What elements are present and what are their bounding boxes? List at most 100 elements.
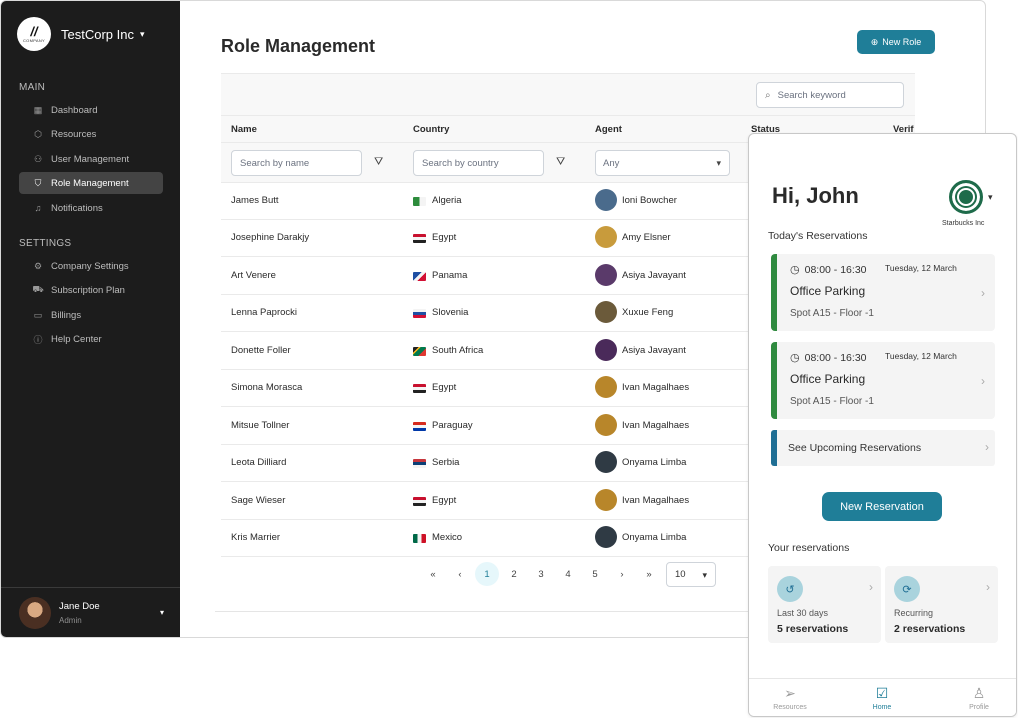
column-header-country[interactable]: Country — [413, 124, 449, 135]
users-icon: ⚇ — [33, 153, 43, 164]
user-name: Jane Doe — [59, 600, 100, 612]
search-input[interactable]: ⌕ Search keyword — [756, 82, 904, 108]
stat-label: Last 30 days — [777, 608, 829, 618]
tab-profile[interactable]: ♙ Profile — [949, 685, 1009, 711]
upcoming-label: See Upcoming Reservations — [788, 442, 922, 454]
cell-name: Sage Wieser — [231, 495, 286, 506]
reservation-spot: Spot A15 - Floor -1 — [790, 308, 874, 319]
section-title-your-reservations: Your reservations — [768, 542, 850, 554]
sidebar-item-resources[interactable]: ⬡ Resources — [19, 123, 163, 145]
avatar — [19, 596, 51, 629]
agent-avatar — [595, 301, 617, 323]
user-profile-menu[interactable]: Jane Doe Admin ▾ — [1, 587, 180, 637]
reservation-card[interactable]: ◷ 08:00 - 16:30 Tuesday, 12 March Office … — [771, 254, 995, 331]
sidebar-item-help-center[interactable]: ⓘ Help Center — [19, 328, 163, 350]
agent-filter-select[interactable]: Any ▾ — [595, 150, 730, 176]
logo-text: COMPANY — [22, 37, 46, 43]
cube-icon: ⬡ — [34, 128, 42, 139]
section-title-main: MAIN — [19, 82, 46, 93]
cell-agent: Ivan Magalhaes — [622, 495, 690, 506]
grid-icon: ▦ — [33, 104, 43, 115]
reservation-title: Office Parking — [790, 284, 866, 298]
serbia-flag-icon — [413, 459, 426, 468]
stat-card-last-30-days[interactable]: ↺ Last 30 days 5 reservations › — [768, 566, 881, 643]
cell-name: Simona Morasca — [231, 382, 303, 393]
cell-agent: Asiya Javayant — [622, 270, 686, 281]
page-button[interactable]: 5 — [583, 562, 607, 586]
cell-country: Paraguay — [432, 420, 473, 431]
page-size-select[interactable]: 10 ▾ — [666, 561, 716, 587]
column-header-agent[interactable]: Agent — [595, 124, 622, 135]
tab-home[interactable]: ☑ Home — [852, 685, 912, 711]
company-switcher[interactable]: // COMPANY TestCorp Inc ▾ — [17, 17, 145, 51]
reservation-spot: Spot A15 - Floor -1 — [790, 396, 874, 407]
sidebar-item-company-settings[interactable]: ⚙ Company Settings — [19, 255, 163, 277]
cell-name: James Butt — [231, 195, 279, 206]
reservation-date: Tuesday, 12 March — [885, 351, 957, 361]
slovenia-flag-icon — [413, 309, 426, 318]
new-role-button[interactable]: ⊕ New Role — [857, 30, 935, 54]
page-button[interactable]: 1 — [475, 562, 499, 586]
filter-icon[interactable]: ⛛ — [374, 156, 386, 168]
page-button[interactable]: 4 — [556, 562, 580, 586]
cell-country: Mexico — [432, 532, 463, 543]
name-filter-input[interactable]: Search by name — [231, 150, 362, 176]
chevron-down-icon[interactable]: ▾ — [988, 192, 993, 203]
cell-agent: Onyama Limba — [622, 457, 687, 468]
paraguay-flag-icon — [413, 422, 426, 431]
reservation-date: Tuesday, 12 March — [885, 263, 957, 273]
chevron-down-icon: ▾ — [702, 569, 707, 580]
page-button[interactable]: 2 — [502, 562, 526, 586]
filter-icon[interactable]: ⛛ — [556, 156, 568, 168]
sidebar-item-billings[interactable]: ▭ Billings — [19, 304, 163, 326]
next-page-button[interactable]: › — [610, 562, 634, 586]
upcoming-reservations-link[interactable]: See Upcoming Reservations › — [771, 430, 995, 466]
chevron-right-icon: › — [986, 580, 990, 594]
sidebar-item-role-management[interactable]: ⛉ Role Management — [19, 172, 163, 194]
country-filter-placeholder: Search by country — [422, 157, 499, 169]
clock-icon: ◷ — [790, 264, 800, 276]
chevron-down-icon: ▾ — [139, 28, 145, 39]
cell-name: Mitsue Tollner — [231, 420, 290, 431]
agent-avatar — [595, 339, 617, 361]
help-icon: ⓘ — [33, 334, 43, 345]
stat-value: 2 reservations — [894, 623, 966, 635]
cell-agent: Asiya Javayant — [622, 345, 686, 356]
prev-page-button[interactable]: ‹ — [448, 562, 472, 586]
cell-name: Josephine Darakjy — [231, 232, 310, 243]
cell-name: Art Venere — [231, 270, 276, 281]
chevron-down-icon: ▾ — [716, 158, 721, 168]
last-page-button[interactable]: » — [637, 562, 661, 586]
cell-agent: Ioni Bowcher — [622, 195, 677, 206]
cell-agent: Xuxue Feng — [622, 307, 674, 318]
first-page-button[interactable]: « — [421, 562, 445, 586]
agent-avatar — [595, 414, 617, 436]
sidebar-item-label: User Management — [51, 153, 130, 165]
card-icon: ▭ — [33, 309, 43, 320]
chevron-right-icon: › — [981, 374, 985, 388]
cart-icon: ⛟ — [32, 284, 44, 294]
agent-filter-value: Any — [603, 157, 620, 169]
page-title: Role Management — [221, 36, 376, 56]
sidebar-item-notifications[interactable]: ♫ Notifications — [19, 197, 163, 219]
country-filter-input[interactable]: Search by country — [413, 150, 544, 176]
cell-country: Algeria — [432, 195, 462, 206]
tab-resources[interactable]: ➢ Resources — [760, 685, 820, 711]
cell-country: Panama — [432, 270, 468, 281]
sidebar-item-label: Notifications — [51, 202, 103, 214]
column-header-name[interactable]: Name — [231, 124, 257, 135]
new-reservation-button[interactable]: New Reservation — [822, 492, 942, 521]
stat-value: 5 reservations — [777, 623, 849, 635]
bell-icon: ♫ — [34, 203, 42, 213]
cell-country: Slovenia — [432, 307, 469, 318]
company-logo[interactable] — [949, 180, 983, 214]
sidebar-item-dashboard[interactable]: ▦ Dashboard — [19, 99, 163, 121]
sidebar-item-user-management[interactable]: ⚇ User Management — [19, 148, 163, 170]
reservation-card[interactable]: ◷ 08:00 - 16:30 Tuesday, 12 March Office … — [771, 342, 995, 419]
stat-card-recurring[interactable]: ⟳ Recurring 2 reservations › — [885, 566, 998, 643]
egypt-flag-icon — [413, 497, 426, 506]
agent-avatar — [595, 264, 617, 286]
page-button[interactable]: 3 — [529, 562, 553, 586]
sidebar-item-subscription-plan[interactable]: ⛟ Subscription Plan — [19, 279, 163, 301]
chevron-down-icon: ▾ — [159, 608, 164, 617]
